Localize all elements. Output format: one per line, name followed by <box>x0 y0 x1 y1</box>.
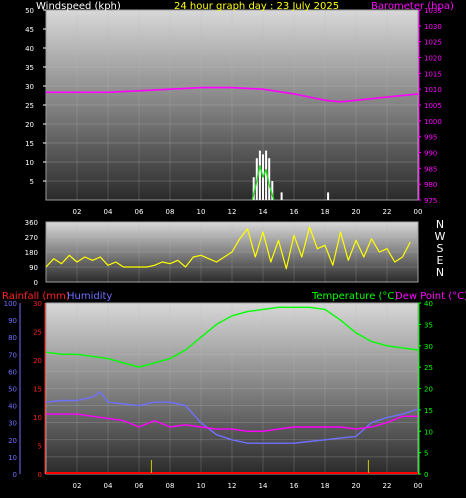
rain-ytick-label: 20 <box>33 357 42 365</box>
wind-baro-xtick-label: 00 <box>414 208 423 216</box>
temp-ytick-label: 15 <box>424 407 433 415</box>
wind-baro-xtick-label: 10 <box>197 208 206 216</box>
baro-ytick-label: 980 <box>424 181 437 189</box>
temp-humidity-xtick-label: 18 <box>321 482 330 490</box>
temp-humidity-xtick-label: 08 <box>166 482 175 490</box>
direction-ytick-label: 270 <box>25 234 38 242</box>
direction-ytick-label: 360 <box>25 219 38 227</box>
wind-ytick-label: 30 <box>25 83 34 91</box>
wind-ytick-label: 50 <box>25 7 34 15</box>
temp-humidity-xtick-label: 02 <box>73 482 82 490</box>
baro-ytick-label: 1020 <box>424 55 442 63</box>
rain-ytick-label: 5 <box>38 443 42 451</box>
temp-ytick-label: 10 <box>424 428 433 436</box>
temp-humidity-xtick-label: 12 <box>228 482 237 490</box>
baro-ytick-label: 975 <box>424 197 437 205</box>
temp-humidity-xtick-label: 14 <box>259 482 268 490</box>
baro-ytick-label: 995 <box>424 134 437 142</box>
temp-humidity-xtick-label: 10 <box>197 482 206 490</box>
wind-ytick-label: 5 <box>30 178 34 186</box>
baro-ytick-label: 1015 <box>424 70 442 78</box>
baro-ytick-label: 985 <box>424 165 437 173</box>
temp-humidity-xtick-label: 22 <box>383 482 392 490</box>
wind-baro-xtick-label: 08 <box>166 208 175 216</box>
rain-ytick-label: 15 <box>33 386 42 394</box>
wind-baro-xtick-label: 22 <box>383 208 392 216</box>
baro-ytick-label: 990 <box>424 150 437 158</box>
temp-ytick-label: 25 <box>424 364 433 372</box>
weather-graph-page: 5 10 15 20 25 30 35 40 45 50 975 980 985 990 995 1000 10… <box>0 0 466 498</box>
direction-ytick-label: 90 <box>29 264 38 272</box>
temp-ytick-label: 5 <box>424 450 428 458</box>
wind-ytick-label: 40 <box>25 45 34 53</box>
humidity-ytick-label: 80 <box>8 334 17 342</box>
humidity-ytick-label: 30 <box>8 420 17 428</box>
temp-humidity-xtick-label: 00 <box>414 482 423 490</box>
wind-ytick-label: 20 <box>25 121 34 129</box>
baro-ytick-label: 1025 <box>424 39 442 47</box>
windspeed-axis-title: Windspeed (kph) <box>36 1 121 12</box>
wind-baro-xtick-label: 12 <box>228 208 237 216</box>
direction-ytick-label: 180 <box>25 249 38 257</box>
rain-ytick-label: 10 <box>33 414 42 422</box>
humidity-ytick-label: 10 <box>8 454 17 462</box>
rain-ytick-label: 0 <box>38 471 42 479</box>
humidity-ytick-label: 60 <box>8 368 17 376</box>
humidity-axis-title: Humidity <box>67 291 113 302</box>
rain-ytick-label: 25 <box>33 329 42 337</box>
wind-ytick-label: 45 <box>25 26 34 34</box>
temp-ytick-label: 30 <box>424 343 433 351</box>
wind-baro-xtick-label: 02 <box>73 208 82 216</box>
weather-charts: 5101520253035404550975980985990995100010… <box>4 7 446 490</box>
compass-label: N <box>436 266 444 279</box>
baro-ytick-label: 1030 <box>424 23 442 31</box>
temp-humidity-xtick-label: 20 <box>352 482 361 490</box>
wind-baro-xtick-label: 18 <box>321 208 330 216</box>
wind-baro-xtick-label: 20 <box>352 208 361 216</box>
wind-ytick-label: 15 <box>25 140 34 148</box>
humidity-ytick-label: 20 <box>8 437 17 445</box>
rainfall-axis-title: Rainfall (mm) <box>2 291 70 302</box>
baro-ytick-label: 1010 <box>424 86 442 94</box>
temp-ytick-label: 35 <box>424 321 433 329</box>
wind-ytick-label: 10 <box>25 159 34 167</box>
wind-ytick-label: 25 <box>25 102 34 110</box>
baro-ytick-label: 1005 <box>424 102 442 110</box>
temp-humidity-xtick-label: 06 <box>135 482 144 490</box>
wind-baro-xtick-label: 06 <box>135 208 144 216</box>
humidity-ytick-label: 70 <box>8 351 17 359</box>
barometer-axis-title: Barometer (hpa) <box>371 1 454 12</box>
wind-baro-xtick-label: 16 <box>290 208 299 216</box>
dewpoint-axis-title: Dew Point (°C) <box>395 291 466 302</box>
wind-ytick-label: 35 <box>25 64 34 72</box>
humidity-ytick-label: 40 <box>8 403 17 411</box>
temp-humidity-xtick-label: 16 <box>290 482 299 490</box>
humidity-ytick-label: 50 <box>8 386 17 394</box>
temp-humidity-xtick-label: 04 <box>104 482 113 490</box>
humidity-ytick-label: 90 <box>8 317 17 325</box>
temperature-axis-title: Temperature (°C) <box>312 291 399 302</box>
wind-baro-xtick-label: 14 <box>259 208 268 216</box>
direction-ytick-label: 0 <box>34 279 38 287</box>
wind-baro-xtick-label: 04 <box>104 208 113 216</box>
baro-ytick-label: 1000 <box>424 118 442 126</box>
chart-title: 24 hour graph day : 23 July 2025 <box>174 1 340 12</box>
temp-ytick-label: 20 <box>424 386 433 394</box>
humidity-ytick-label: 0 <box>13 471 17 479</box>
temp-ytick-label: 0 <box>424 471 428 479</box>
